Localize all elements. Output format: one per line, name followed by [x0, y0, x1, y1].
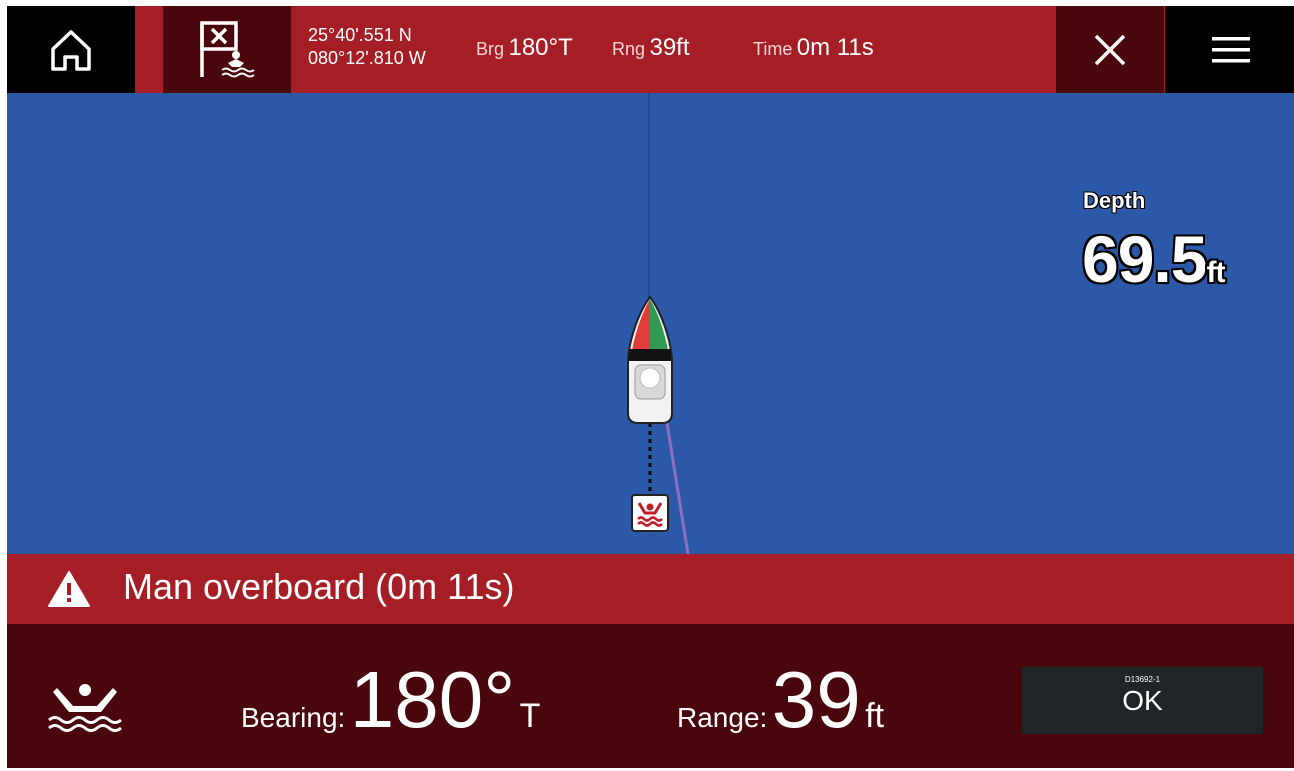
- bearing-unit: T: [519, 697, 541, 735]
- top-time-value: 0m 11s: [796, 34, 874, 61]
- bearing-value: 180°: [349, 655, 516, 744]
- top-bearing-label: Brg: [476, 39, 505, 59]
- top-range-label: Rng: [612, 39, 646, 59]
- range-unit: ft: [865, 697, 885, 735]
- range-value: 39: [771, 655, 861, 744]
- alarm-message: Man overboard (0m 11s): [123, 566, 515, 607]
- range-label: Range:: [677, 702, 768, 733]
- top-range: Rng 39ft: [612, 34, 690, 62]
- chartplotter-screen: 25°40'.551 N 080°12'.810 W Brg 180°T Rng…: [7, 6, 1294, 768]
- mob-flag-icon: [200, 20, 255, 77]
- close-icon: [1094, 34, 1126, 65]
- home-icon: [51, 29, 91, 71]
- mob-top-bar: 25°40'.551 N 080°12'.810 W Brg 180°T Rng…: [7, 6, 1294, 93]
- course-line: [665, 422, 690, 554]
- mob-waypoint-button[interactable]: [163, 6, 291, 93]
- diagram-reference: D13692-1: [1124, 675, 1161, 684]
- top-range-value: 39ft: [649, 34, 690, 61]
- vessel-icon[interactable]: [627, 295, 673, 424]
- bearing-readout: Bearing: 180° T: [241, 654, 540, 746]
- hamburger-menu-icon: [1211, 36, 1250, 62]
- top-bearing-value: 180°T: [508, 34, 573, 61]
- cancel-mob-button[interactable]: [1056, 6, 1164, 93]
- home-button[interactable]: [7, 6, 135, 93]
- ok-button[interactable]: D13692-1 OK: [1022, 667, 1263, 734]
- top-time: Time 0m 11s: [753, 34, 874, 62]
- menu-button[interactable]: [1165, 6, 1294, 93]
- chart-view[interactable]: Depth 69.5ft: [7, 93, 1294, 554]
- depth-readout: 69.5ft: [1082, 221, 1225, 297]
- top-bearing: Brg 180°T: [476, 34, 573, 62]
- mob-latitude: 25°40'.551 N: [308, 25, 412, 45]
- chart-overlay: [627, 93, 690, 554]
- mob-info-panel: Bearing: 180° T Range: 39 ft D13692-1 OK: [7, 624, 1294, 768]
- mob-alarm-banner: Man overboard (0m 11s): [7, 554, 1294, 624]
- range-readout: Range: 39 ft: [677, 654, 884, 746]
- warning-icon: [48, 571, 90, 607]
- ok-button-label: OK: [1122, 685, 1163, 716]
- swimmer-icon: [48, 684, 122, 732]
- mob-longitude: 080°12'.810 W: [308, 48, 426, 68]
- depth-value: 69.5: [1082, 222, 1207, 296]
- mob-marker-icon[interactable]: [631, 494, 669, 532]
- mob-position: 25°40'.551 N 080°12'.810 W: [308, 24, 426, 70]
- bearing-label: Bearing:: [241, 702, 346, 733]
- depth-label: Depth: [1083, 188, 1146, 213]
- top-time-label: Time: [753, 39, 793, 59]
- depth-unit: ft: [1206, 256, 1225, 289]
